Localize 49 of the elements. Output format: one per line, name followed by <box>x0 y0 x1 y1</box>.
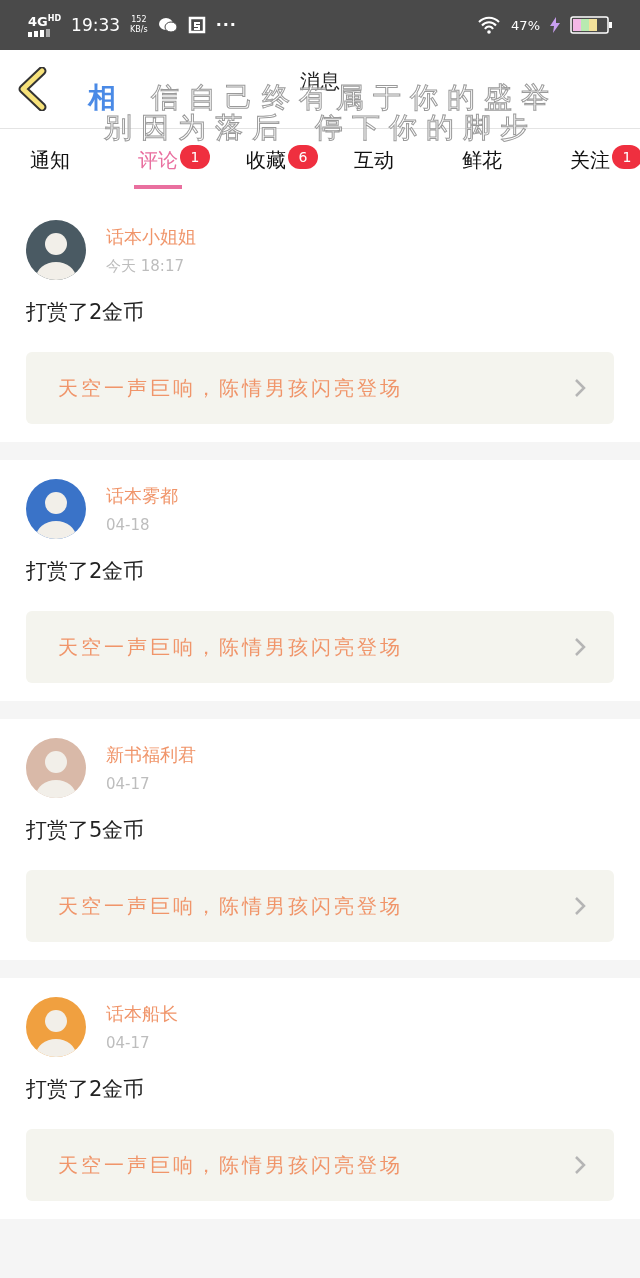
tab[interactable]: 收藏 <box>242 141 290 189</box>
book-link[interactable]: 天空一声巨响，陈情男孩闪亮登场 <box>26 870 614 942</box>
user-name[interactable]: 话本小姐姐 <box>106 224 196 249</box>
chevron-right-icon <box>574 637 586 657</box>
count-badge: 1 <box>612 145 640 169</box>
signal-icon <box>28 29 50 38</box>
count-badge: 6 <box>288 145 318 169</box>
message-text: 打赏了2金币 <box>26 1076 146 1103</box>
chevron-right-icon <box>574 378 586 398</box>
message-text: 打赏了2金币 <box>26 299 146 326</box>
chevron-right-icon <box>574 1155 586 1175</box>
chat-icon <box>157 17 178 33</box>
user-name[interactable]: 话本船长 <box>106 1002 178 1026</box>
timestamp: 04-17 <box>106 775 151 793</box>
back-chevron-icon <box>18 67 48 111</box>
tab[interactable]: 关注 <box>566 141 614 189</box>
tab[interactable]: 互动 <box>350 141 398 189</box>
book-link[interactable]: 天空一声巨响，陈情男孩闪亮登场 <box>26 352 614 424</box>
tab[interactable]: 鲜花 <box>458 141 506 189</box>
lyric-text: 停下你的脚步 <box>315 113 537 143</box>
user-name[interactable]: 新书福利君 <box>106 743 196 767</box>
timestamp: 04-17 <box>106 1034 151 1052</box>
network-label: 4G$^{HD}$ <box>28 12 62 29</box>
chevron-right-icon <box>574 896 586 916</box>
message-text: 打赏了2金币 <box>26 558 146 585</box>
lyric-text: 别因为落后 <box>104 113 289 143</box>
avatar-icon <box>26 220 86 280</box>
speed-value: 152 <box>131 15 147 25</box>
timestamp: 今天 18:17 <box>106 256 185 276</box>
battery-percent: 47% <box>511 17 540 33</box>
wifi-icon <box>477 16 502 34</box>
message-text: 打赏了5金币 <box>26 817 146 844</box>
speed-unit: KB/s <box>130 25 148 35</box>
lyric-text: 相 <box>88 83 125 113</box>
back-button[interactable] <box>18 67 48 111</box>
clock: 19:33 <box>71 15 121 35</box>
book-link[interactable]: 天空一声巨响，陈情男孩闪亮登场 <box>26 1129 614 1201</box>
more-notifications: ··· <box>215 15 237 35</box>
book-link[interactable]: 天空一声巨响，陈情男孩闪亮登场 <box>26 611 614 683</box>
avatar-icon <box>26 479 86 539</box>
avatar-icon <box>26 738 86 798</box>
battery-icon <box>570 16 612 34</box>
screenshot-icon <box>187 16 206 34</box>
user-name[interactable]: 话本雾都 <box>106 484 178 508</box>
charging-icon <box>550 17 560 33</box>
count-badge: 1 <box>180 145 210 169</box>
avatar-icon <box>26 997 86 1057</box>
timestamp: 04-18 <box>106 516 151 534</box>
tab[interactable]: 通知 <box>26 141 74 189</box>
